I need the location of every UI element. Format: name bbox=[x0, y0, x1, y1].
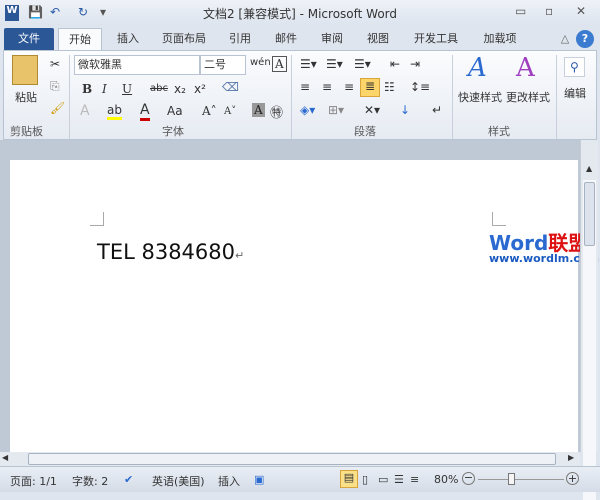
change-styles-icon[interactable]: A bbox=[516, 53, 535, 83]
paste-icon[interactable] bbox=[12, 55, 38, 85]
increase-indent-icon[interactable]: ⇥ bbox=[410, 57, 420, 71]
print-layout-icon[interactable]: ▤ bbox=[340, 470, 358, 488]
align-center-icon[interactable]: ≡ bbox=[322, 80, 332, 94]
line-spacing-icon[interactable]: ↕≡ bbox=[410, 80, 430, 94]
superscript-button[interactable]: x² bbox=[194, 82, 206, 96]
tab-view[interactable]: 视图 bbox=[360, 28, 396, 50]
subscript-button[interactable]: x₂ bbox=[174, 82, 186, 96]
text-effects-icon[interactable]: A bbox=[80, 103, 90, 119]
tab-mailings[interactable]: 邮件 bbox=[268, 28, 304, 50]
collapse-ribbon-icon[interactable]: △ bbox=[558, 28, 572, 50]
enclose-characters-button[interactable]: ㊕ bbox=[270, 102, 283, 121]
tab-file[interactable]: 文件 bbox=[4, 28, 54, 50]
styles-group-label: 样式 bbox=[488, 125, 510, 138]
scroll-thumb[interactable] bbox=[584, 182, 595, 246]
margin-mark-left bbox=[90, 212, 104, 226]
editing-button[interactable]: 编辑 bbox=[560, 85, 590, 101]
insert-mode[interactable]: 插入 bbox=[218, 473, 240, 489]
change-styles-button[interactable]: 更改样式 bbox=[504, 89, 552, 105]
tab-review[interactable]: 审阅 bbox=[314, 28, 350, 50]
proofing-icon[interactable]: ✔ bbox=[124, 473, 133, 486]
zoom-out-button[interactable]: − bbox=[462, 472, 475, 485]
document-page[interactable] bbox=[10, 160, 578, 452]
change-case-button[interactable]: Aa bbox=[167, 104, 183, 118]
clipboard-group-label: 剪贴板 bbox=[10, 125, 43, 138]
scroll-right-icon[interactable]: ▶ bbox=[568, 453, 574, 462]
distributed-icon[interactable]: ☷ bbox=[384, 80, 395, 94]
draft-icon[interactable]: ≡ bbox=[410, 473, 419, 486]
highlight-icon[interactable]: ab bbox=[107, 103, 122, 120]
quick-styles-button[interactable]: 快速样式 bbox=[456, 89, 504, 105]
character-border-icon[interactable]: A bbox=[272, 56, 287, 72]
zoom-slider[interactable] bbox=[478, 479, 564, 480]
reading-view-icon[interactable]: ▯ bbox=[362, 473, 368, 486]
justify-icon[interactable]: ≣ bbox=[360, 78, 380, 97]
shrink-font-button[interactable]: A˅ bbox=[224, 106, 236, 117]
cut-icon[interactable]: ✂ bbox=[50, 57, 60, 71]
decrease-indent-icon[interactable]: ⇤ bbox=[390, 57, 400, 71]
character-shading-button[interactable]: A bbox=[252, 103, 265, 117]
align-right-icon[interactable]: ≡ bbox=[344, 80, 354, 94]
close-button[interactable]: ✕ bbox=[576, 4, 586, 18]
font-name-select[interactable]: 微软雅黑 bbox=[74, 55, 200, 75]
underline-button[interactable]: U bbox=[122, 82, 132, 96]
copy-icon[interactable]: ⎘ bbox=[50, 79, 60, 94]
show-marks-icon[interactable]: ↵ bbox=[432, 103, 442, 117]
margin-mark-right bbox=[492, 212, 506, 226]
zoom-in-button[interactable]: + bbox=[566, 472, 579, 485]
ribbon: 粘贴 ✂ ⎘ 🖌 剪贴板 微软雅黑 二号 wén A B I U abc x₂ … bbox=[3, 50, 597, 140]
bold-button[interactable]: B bbox=[82, 82, 92, 96]
horizontal-scrollbar[interactable]: ◀ ▶ bbox=[0, 452, 580, 466]
web-layout-icon[interactable]: ▭ bbox=[378, 473, 388, 486]
quick-styles-icon[interactable]: A bbox=[468, 53, 487, 83]
zoom-slider-thumb[interactable] bbox=[508, 473, 516, 485]
zoom-level[interactable]: 80% bbox=[434, 473, 458, 486]
tab-home[interactable]: 开始 bbox=[58, 28, 102, 50]
tab-page-layout[interactable]: 页面布局 bbox=[155, 28, 213, 50]
font-color-button[interactable]: A bbox=[140, 102, 150, 121]
document-text[interactable]: TEL 8384680↵ bbox=[97, 240, 244, 264]
numbering-icon[interactable]: ☰▾ bbox=[326, 57, 343, 71]
asian-layout-icon[interactable]: ✕▾ bbox=[364, 103, 380, 117]
restore-button[interactable]: ▫ bbox=[545, 4, 553, 18]
bullets-icon[interactable]: ☰▾ bbox=[300, 57, 317, 71]
tab-developer[interactable]: 开发工具 bbox=[406, 28, 466, 50]
multilevel-list-icon[interactable]: ☰▾ bbox=[354, 57, 371, 71]
tab-references[interactable]: 引用 bbox=[222, 28, 258, 50]
paste-button[interactable]: 粘贴 bbox=[12, 89, 40, 105]
clear-formatting-icon[interactable]: ⌫ bbox=[222, 80, 239, 94]
font-size-select[interactable]: 二号 bbox=[200, 55, 246, 75]
phonetic-guide-icon[interactable]: wén bbox=[250, 57, 271, 68]
scroll-up-icon[interactable]: ▲ bbox=[586, 164, 592, 173]
find-icon[interactable]: ⚲ bbox=[564, 57, 585, 77]
grow-font-button[interactable]: A˄ bbox=[202, 104, 217, 118]
tab-addins[interactable]: 加载项 bbox=[476, 28, 524, 50]
borders-icon[interactable]: ⊞▾ bbox=[328, 103, 344, 117]
format-painter-icon[interactable]: 🖌 bbox=[50, 101, 65, 115]
macro-icon[interactable]: ▣ bbox=[254, 473, 264, 486]
sort-icon[interactable]: ↓ bbox=[400, 103, 410, 117]
horizontal-scroll-thumb[interactable] bbox=[28, 453, 556, 465]
outline-icon[interactable]: ☰ bbox=[394, 473, 404, 486]
vertical-scrollbar[interactable]: ▲ bbox=[580, 140, 598, 500]
help-icon[interactable]: ? bbox=[576, 30, 594, 48]
align-left-icon[interactable]: ≡ bbox=[300, 80, 310, 94]
italic-button[interactable]: I bbox=[102, 82, 107, 96]
status-bar: 页面: 1/1 字数: 2 ✔ 英语(美国) 插入 ▣ ▤ ▯ ▭ ☰ ≡ 80… bbox=[0, 466, 600, 492]
tab-insert[interactable]: 插入 bbox=[108, 28, 148, 50]
font-group-label: 字体 bbox=[162, 125, 184, 138]
title-bar: W 💾 ↶ ↻ ▾ 文档2 [兼容模式] - Microsoft Word ▭ … bbox=[0, 0, 600, 26]
word-count[interactable]: 字数: 2 bbox=[72, 473, 108, 489]
window-title: 文档2 [兼容模式] - Microsoft Word bbox=[202, 7, 398, 21]
strikethrough-button[interactable]: abc bbox=[150, 83, 168, 94]
minimize-button[interactable]: ▭ bbox=[515, 4, 526, 18]
scroll-left-icon[interactable]: ◀ bbox=[2, 453, 8, 462]
paragraph-group-label: 段落 bbox=[354, 125, 376, 138]
page-count[interactable]: 页面: 1/1 bbox=[10, 473, 57, 489]
language[interactable]: 英语(美国) bbox=[152, 473, 205, 489]
ribbon-tabs: 文件 开始 插入 页面布局 引用 邮件 审阅 视图 开发工具 加载项 △ ? bbox=[0, 26, 600, 50]
shading-icon[interactable]: ◈▾ bbox=[300, 103, 315, 117]
